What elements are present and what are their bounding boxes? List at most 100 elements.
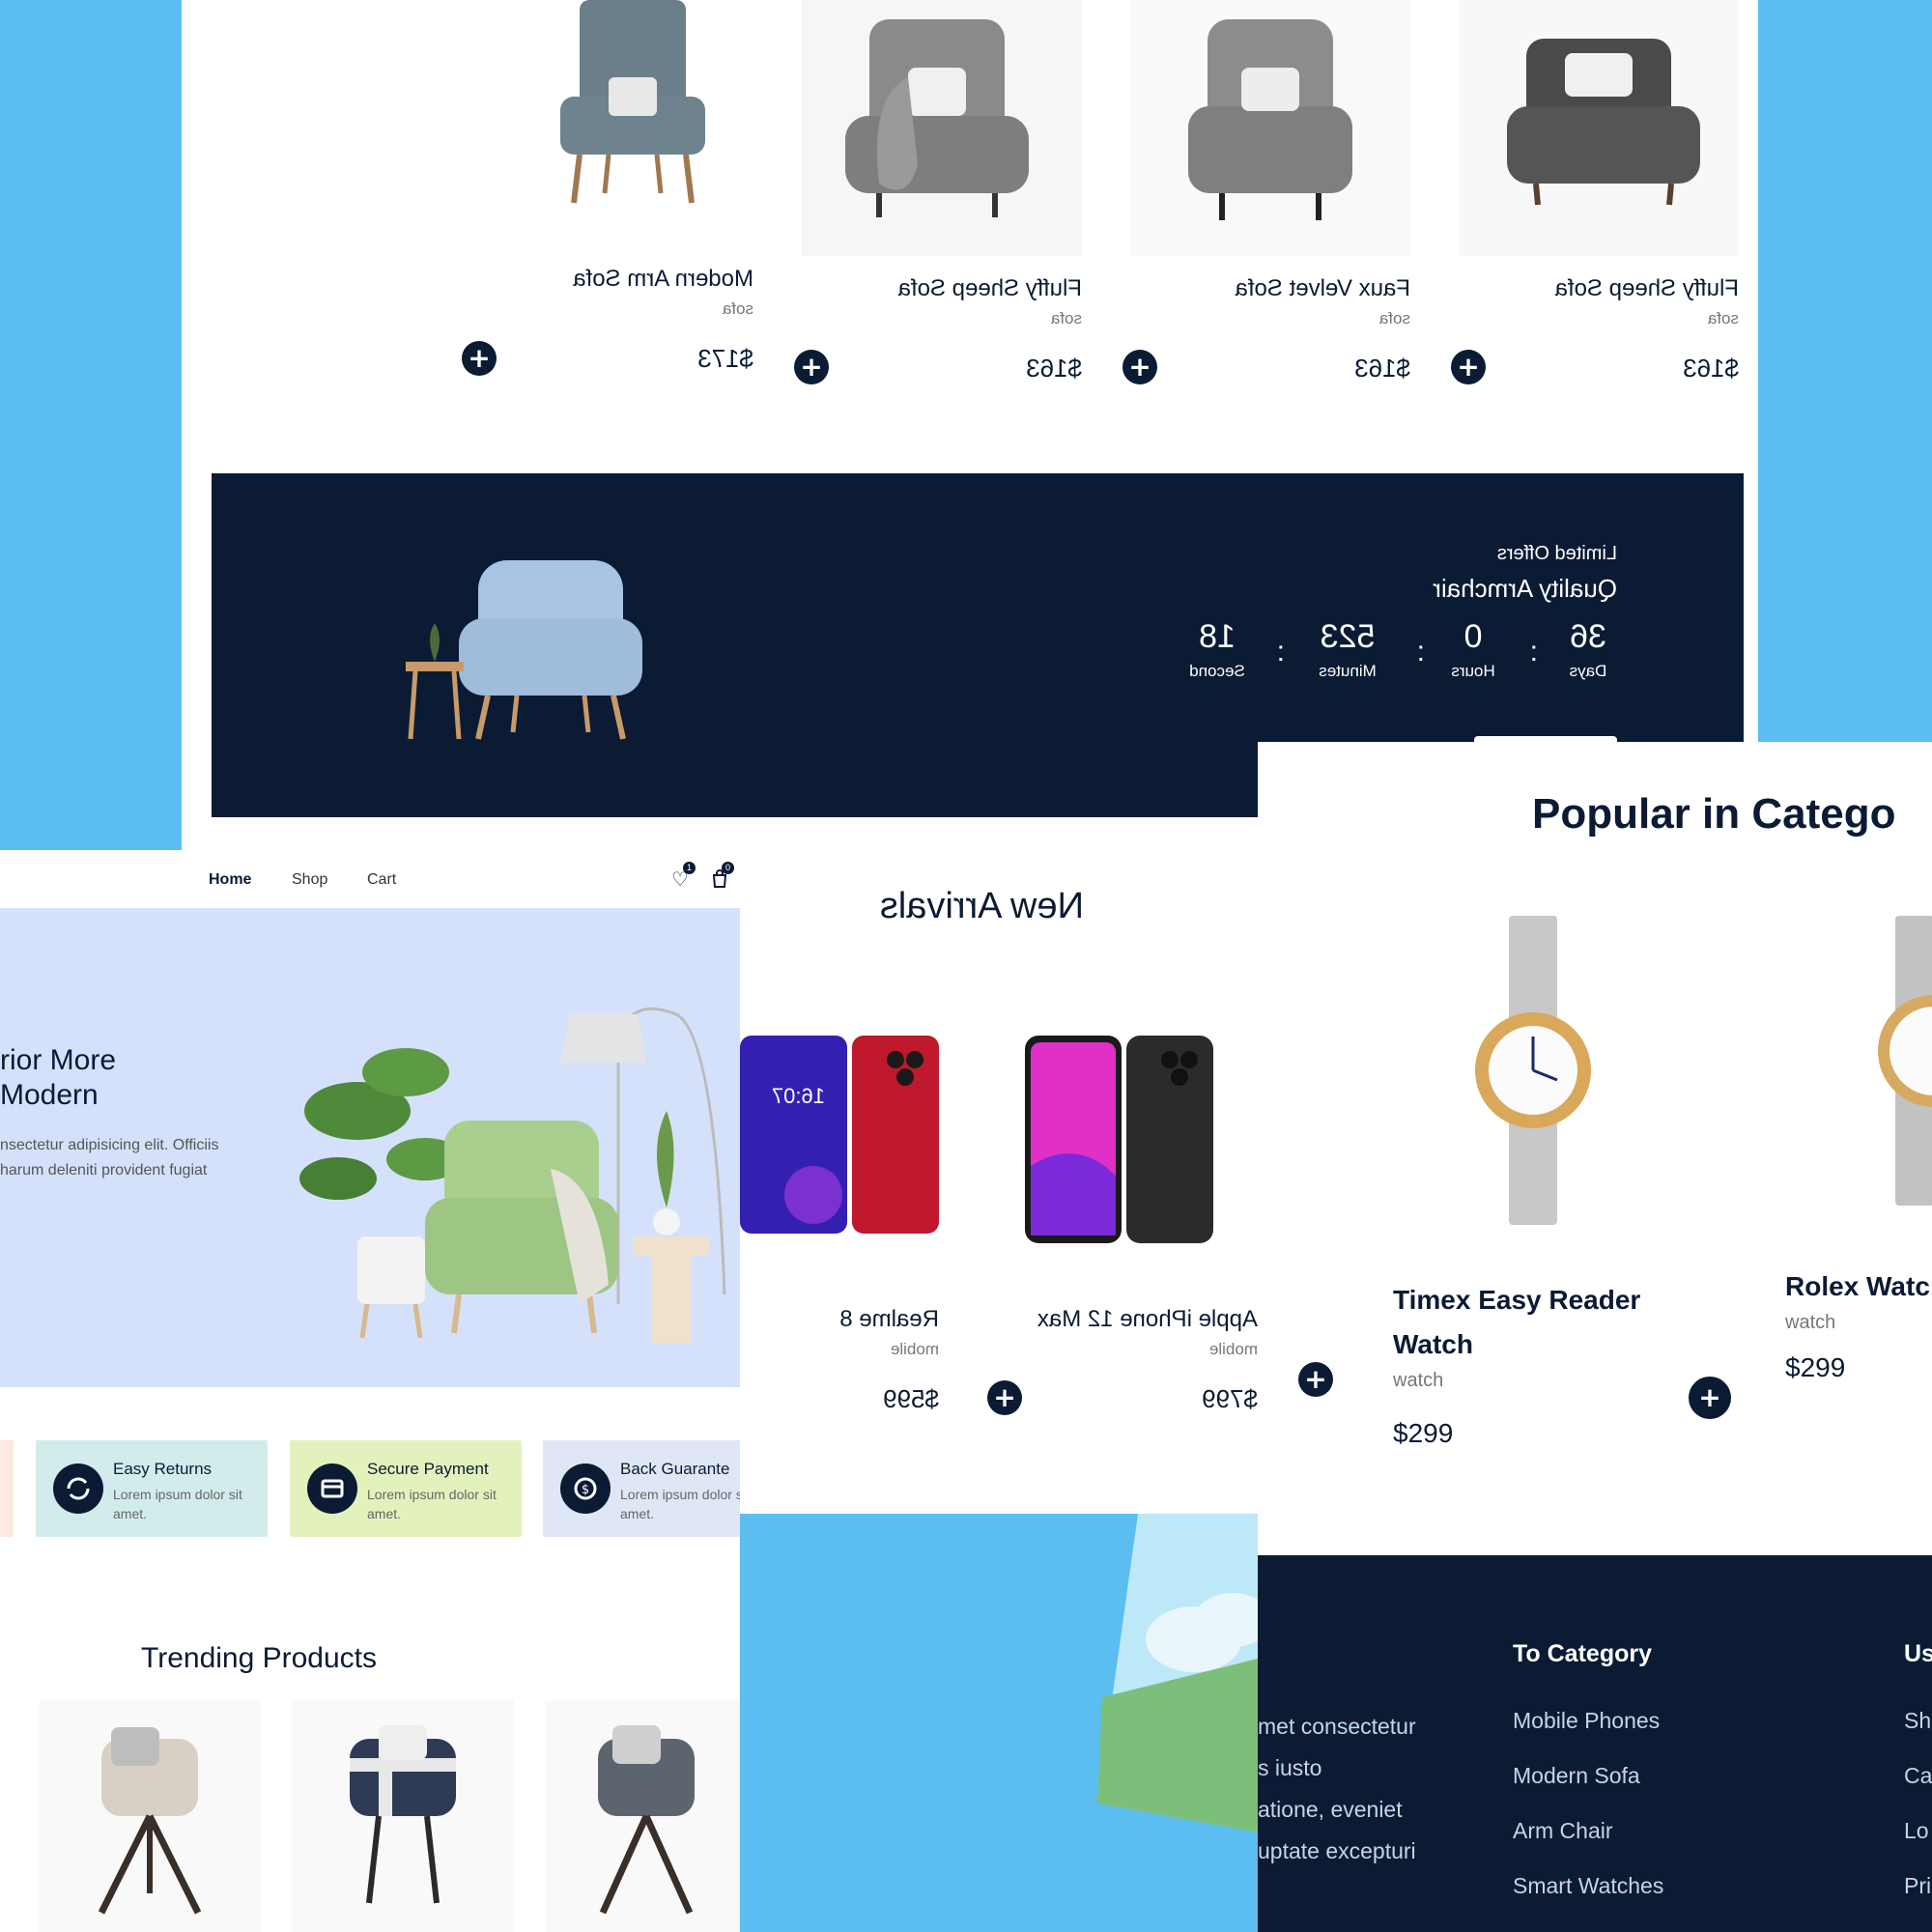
trending-title: Trending Products [141,1642,378,1674]
new-arrivals-panel: New Arrivals Apple iPhone 12 Max mobile … [740,818,1258,1514]
cart-button[interactable]: 0 [710,862,734,891]
homepage-panel: Home Shop Cart ♡ 1 0 rior More Modern ns… [0,850,740,1932]
product-name[interactable]: Apple iPhone 12 Max [1037,1306,1258,1333]
footer-about-line: s iusto [1258,1755,1322,1780]
product-name[interactable]: Faux Velvet Sofa [1236,275,1410,302]
product-category: sofa [1378,309,1410,327]
product-price: $299 [1393,1418,1454,1448]
refresh-icon [53,1463,103,1514]
add-to-cart-button[interactable]: + [1122,350,1157,384]
hero-living-room-image [299,1007,726,1343]
footer-category-title: To Category [1513,1640,1652,1667]
countdown-separator: : [1416,636,1425,668]
countdown-days: 36 Days [1559,618,1617,681]
product-category: mobile [1208,1340,1258,1358]
sky-image-panel [740,1514,1258,1932]
feature-title: Secure Payment [367,1460,489,1478]
product-name-line: Timex Easy Reader [1393,1285,1641,1315]
add-to-cart-button[interactable]: + [987,1380,1022,1415]
trending-chair-image[interactable] [292,1700,514,1932]
wishlist-button[interactable]: ♡ 1 [671,862,696,891]
add-to-cart-button[interactable]: + [1298,1362,1333,1397]
trending-chair-image[interactable] [545,1700,740,1932]
feature-title: Easy Returns [113,1460,213,1478]
add-to-cart-button[interactable]: + [1451,350,1486,384]
footer-about-line: atione, eveniet [1258,1797,1403,1822]
product-category: watch [1785,1312,1836,1333]
footer-useful-title: Us [1904,1640,1932,1667]
countdown-unit: Hours [1451,662,1495,680]
money-back-icon: $ [560,1463,611,1514]
countdown-unit: Second [1189,662,1245,680]
footer-link-mobile-phones[interactable]: Mobile Phones [1513,1708,1660,1734]
feature-description: Lorem ipsum dolor sit amet. [367,1487,497,1521]
footer-about-text: met consectetur s iusto atione, eveniet … [1258,1706,1416,1872]
footer-link-modern-sofa[interactable]: Modern Sofa [1513,1763,1640,1789]
offer-label: Limited Offers [1496,543,1617,564]
feature-title: Back Guarante [620,1460,730,1478]
product-card[interactable]: Fluffy Sheep Sofa sofa $163 + [1449,0,1739,415]
product-category: sofa [1707,309,1739,327]
product-price: $173 [697,344,753,373]
add-to-cart-button[interactable]: + [794,350,829,384]
footer-panel: met consectetur s iusto atione, eveniet … [1258,1555,1932,1932]
armchair-image [802,0,1082,256]
cart-count-badge: 0 [722,862,734,874]
popular-category-panel: Popular in Catego + Timex Easy Reader Wa… [1258,742,1932,1555]
armchair-image [1130,0,1410,256]
product-name[interactable]: Rolex Watc [1785,1271,1930,1302]
feature-card-partial [0,1440,14,1537]
product-category: mobile [890,1340,939,1358]
hero-title-line: rior More [0,1044,117,1076]
countdown-hours: 0 Hours [1439,618,1507,681]
footer-link-login[interactable]: Lo [1904,1818,1929,1844]
product-name-line: Watch [1393,1329,1473,1359]
nav-link-cart[interactable]: Cart [367,871,396,889]
footer-link-cart[interactable]: Ca [1904,1763,1932,1789]
popular-title: Popular in Catego [1532,790,1896,838]
countdown-value: 0 [1463,618,1483,655]
footer-link-smart-watches[interactable]: Smart Watches [1513,1873,1663,1899]
hero-description: nsectetur adipisicing elit. Officiis har… [0,1133,218,1183]
add-to-cart-button[interactable]: + [1689,1377,1731,1419]
product-card[interactable]: Faux Velvet Sofa sofa $163 + [1121,0,1410,415]
product-name[interactable]: Realme 8 [839,1306,939,1333]
product-price: $299 [1785,1352,1846,1382]
product-card[interactable]: Rolex Watc watch $299 [1785,916,1932,1534]
countdown-value: 18 [1199,618,1236,655]
add-to-cart-button[interactable]: + [462,341,497,376]
nav-link-shop[interactable]: Shop [292,871,327,889]
trending-chair-image[interactable] [39,1700,261,1932]
footer-link-privacy[interactable]: Pri [1904,1873,1931,1899]
countdown-seconds: 18 Second [1174,618,1261,681]
armchair-image [1459,0,1739,256]
product-price: $599 [883,1384,939,1413]
wishlist-count-badge: 1 [683,862,696,874]
armchair-banner-image [406,560,642,740]
product-card[interactable]: 16:07 Realme 8 mobile $599 [740,1011,939,1456]
hero-desc-line: harum deleniti provident fugiat [0,1162,208,1179]
product-name[interactable]: Modern Arm Sofa [573,266,753,293]
product-name[interactable]: Fluffy Sheep Sofa [1555,275,1739,302]
product-price: $163 [1683,354,1739,383]
footer-about-line: met consectetur [1258,1714,1416,1739]
watch-image [1475,916,1591,1225]
hero-title: rior More Modern [0,1043,116,1113]
footer-link-shop[interactable]: Sh [1904,1708,1931,1734]
watch-image [1878,916,1932,1206]
offer-title: Quality Armchair [1433,574,1617,603]
feature-card-back-guarantee: $ Back Guarante Lorem ipsum dolor sit am… [543,1440,740,1537]
product-price: $163 [1026,354,1082,383]
product-name[interactable]: Timex Easy Reader Watch [1393,1278,1640,1367]
feature-card-secure-payment: Secure Payment Lorem ipsum dolor sit ame… [290,1440,522,1537]
iphone-image [1025,1036,1213,1243]
product-card[interactable]: Fluffy Sheep Sofa sofa $163 + [792,0,1082,415]
product-card[interactable]: Modern Arm Sofa sofa $173 + [462,0,753,406]
nav-link-home[interactable]: Home [209,871,251,889]
product-card[interactable]: Timex Easy Reader Watch watch $299 + [1393,916,1731,1534]
product-name[interactable]: Fluffy Sheep Sofa [898,275,1082,302]
product-card[interactable]: Apple iPhone 12 Max mobile $799 + [968,1011,1258,1456]
feature-description: Lorem ipsum dolor sit amet. [113,1487,242,1521]
countdown-unit: Minutes [1319,662,1377,680]
footer-link-arm-chair[interactable]: Arm Chair [1513,1818,1613,1844]
